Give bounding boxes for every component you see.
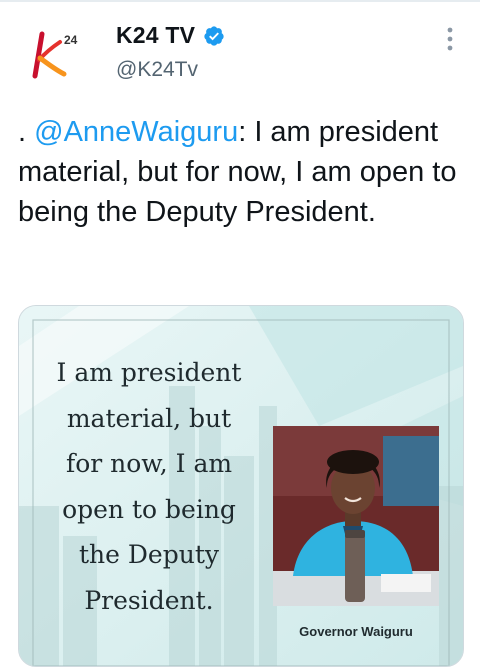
tweet-text: . @AnneWaiguru: I am president material,…: [18, 112, 458, 232]
display-name[interactable]: K24 TV: [116, 22, 195, 49]
photo-illustration: [273, 426, 439, 606]
avatar-superscript: 24: [64, 33, 78, 47]
governor-photo: [273, 426, 439, 606]
more-vertical-icon[interactable]: [440, 26, 460, 52]
tweet-media[interactable]: I am president material, but for now, I …: [18, 305, 464, 667]
mention-link[interactable]: @AnneWaiguru: [34, 116, 238, 148]
account-handle[interactable]: @K24Tv: [116, 58, 198, 82]
photo-caption: Governor Waiguru: [299, 624, 413, 639]
avatar[interactable]: 24: [22, 22, 88, 88]
verified-badge-icon: [204, 25, 224, 46]
quote-text: I am president material, but for now, I …: [56, 358, 242, 615]
account-name-row[interactable]: K24 TV: [116, 22, 225, 49]
tweet-prefix: .: [18, 116, 35, 148]
k24-logo-icon: 24: [32, 31, 78, 79]
tweet-header: 24 K24 TV @K24Tv: [0, 0, 480, 110]
